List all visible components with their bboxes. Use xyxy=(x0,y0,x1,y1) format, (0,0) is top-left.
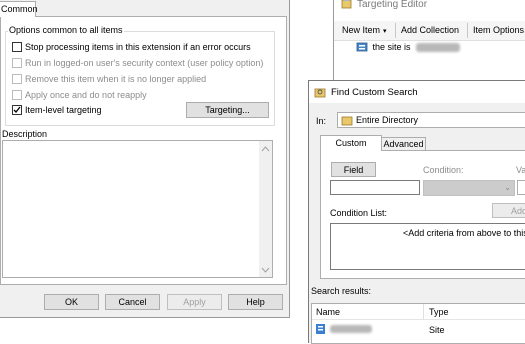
targeting-toolbar: New Item ▾ Add Collection Item Options xyxy=(334,21,525,41)
targeting-editor-window: Targeting Editor New Item ▾ Add Collectio… xyxy=(333,0,525,82)
condition-list-label: Condition List: xyxy=(330,208,388,218)
item-level-targeting-checkbox[interactable] xyxy=(12,105,22,115)
scroll-up-icon[interactable] xyxy=(259,144,272,154)
in-dropdown-value: Entire Directory xyxy=(356,115,419,125)
value-label: Va xyxy=(516,165,525,175)
chevron-down-icon: ⌄ xyxy=(504,183,511,192)
search-folder-icon xyxy=(314,88,326,98)
item-level-targeting-label: Item-level targeting xyxy=(25,105,102,115)
new-item-label: New Item xyxy=(342,25,381,35)
tree-item-label: the site is xyxy=(372,42,411,52)
stop-processing-checkbox[interactable] xyxy=(12,42,22,52)
condition-dropdown[interactable]: ⌄ xyxy=(423,180,515,196)
description-scrollbar[interactable] xyxy=(259,141,272,277)
remove-item-checkbox[interactable] xyxy=(12,74,22,84)
tab-advanced[interactable]: Advanced xyxy=(382,137,426,150)
condition-list-placeholder: <Add criteria from above to this lis xyxy=(403,228,525,238)
add-button[interactable]: Add xyxy=(492,203,525,218)
apply-button[interactable]: Apply xyxy=(167,294,222,310)
remove-item-label: Remove this item when it is no longer ap… xyxy=(25,74,207,84)
apply-once-label: Apply once and do not reapply xyxy=(25,90,147,100)
find-custom-search-dialog: Find Custom Search In: Entire Directory … xyxy=(308,80,525,344)
checkmark-icon xyxy=(13,106,21,113)
new-item-menu[interactable]: New Item ▾ xyxy=(342,25,387,35)
stop-processing-label: Stop processing items in this extension … xyxy=(25,42,251,52)
ok-button[interactable]: OK xyxy=(44,294,99,310)
redacted-site-name xyxy=(416,43,461,53)
run-logged-on-checkbox[interactable] xyxy=(12,58,22,68)
cancel-button[interactable]: Cancel xyxy=(105,294,160,310)
add-collection-button[interactable]: Add Collection xyxy=(401,25,459,35)
field-input[interactable] xyxy=(330,180,420,195)
dropdown-arrow-icon: ▾ xyxy=(383,28,387,35)
site-target-icon xyxy=(356,42,368,52)
results-list[interactable]: Name Type Site xyxy=(311,303,525,344)
column-divider xyxy=(423,304,424,320)
description-label: Description xyxy=(2,129,48,139)
tab-custom-search[interactable]: Custom Search xyxy=(320,135,382,162)
search-results-label: Search results: xyxy=(311,286,372,296)
item-options-button[interactable]: Item Options xyxy=(473,25,524,35)
in-dropdown[interactable]: Entire Directory xyxy=(337,112,525,128)
directory-icon xyxy=(341,116,353,126)
options-group-label: Options common to all items xyxy=(8,25,124,35)
site-icon xyxy=(316,324,325,334)
tab-common[interactable]: Common xyxy=(0,1,38,17)
condition-label: Condition: xyxy=(423,165,464,175)
redacted-result-name xyxy=(330,325,372,333)
properties-dialog: Common Options common to all items Stop … xyxy=(0,0,290,318)
results-header: Name Type xyxy=(312,304,525,320)
targeting-tree-item[interactable]: the site is xyxy=(356,42,461,53)
scroll-down-icon[interactable] xyxy=(259,265,272,275)
result-type: Site xyxy=(429,325,445,335)
toolbar-separator xyxy=(467,23,468,38)
run-logged-on-label: Run in logged-on user's security context… xyxy=(25,58,264,68)
dialog-title: Find Custom Search xyxy=(331,87,418,98)
title-bar: Find Custom Search xyxy=(309,81,525,103)
in-label: In: xyxy=(316,116,327,126)
toolbar-separator xyxy=(395,23,396,38)
apply-once-checkbox[interactable] xyxy=(12,90,22,100)
description-textarea[interactable] xyxy=(2,140,273,278)
targeting-button[interactable]: Targeting... xyxy=(186,102,269,118)
targeting-editor-title: Targeting Editor xyxy=(357,0,428,10)
targeting-editor-icon xyxy=(341,0,352,9)
help-button[interactable]: Help xyxy=(228,294,283,310)
condition-list[interactable]: <Add criteria from above to this lis xyxy=(330,223,525,270)
result-row[interactable]: Site xyxy=(312,322,525,338)
column-name-header[interactable]: Name xyxy=(316,307,340,317)
value-input[interactable] xyxy=(517,180,525,195)
column-type-header[interactable]: Type xyxy=(429,307,449,317)
field-button[interactable]: Field xyxy=(331,162,376,177)
